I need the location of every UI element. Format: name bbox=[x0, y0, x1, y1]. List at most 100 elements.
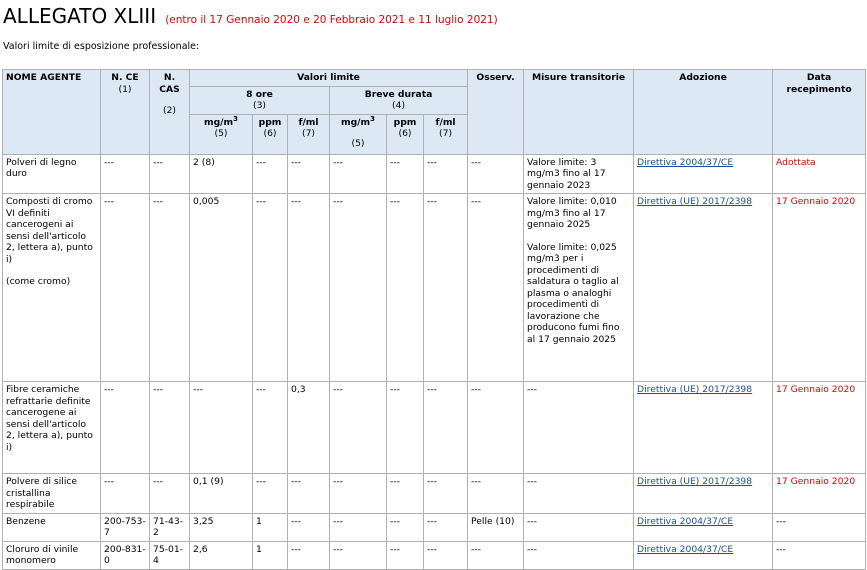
col-header-8h: 8 ore (3) bbox=[189, 85, 330, 115]
limit-ppm-8h: --- bbox=[252, 153, 288, 194]
cas-number: --- bbox=[149, 381, 190, 474]
limit-mg-short: --- bbox=[329, 193, 387, 382]
page-title: ALLEGATO XLIII (entro il 17 Gennaio 2020… bbox=[3, 4, 498, 28]
table-row: Cloruro di vinile monomero 200-831-0 75-… bbox=[2, 540, 867, 570]
limit-mg-8h: 0,005 bbox=[189, 193, 253, 382]
col-header-date: Data recepimento bbox=[772, 69, 867, 155]
col-header-limits: Valori limite bbox=[188, 69, 469, 87]
agent-name: Fibre ceramiche refrattarie definite can… bbox=[2, 381, 101, 474]
agent-name: Benzene bbox=[2, 512, 101, 542]
directive-link[interactable]: Direttiva (UE) 2017/2398 bbox=[637, 384, 752, 395]
transitional-measures: --- bbox=[523, 540, 635, 570]
observations: --- bbox=[467, 193, 525, 382]
cas-number: 75-01-4 bbox=[149, 540, 190, 570]
limit-ppm-8h: 1 bbox=[252, 540, 288, 570]
limit-fml-short: --- bbox=[422, 473, 469, 514]
transitional-measures: --- bbox=[523, 473, 635, 514]
limit-ppm-8h: --- bbox=[252, 193, 288, 382]
col-header-obs: Osserv. bbox=[467, 69, 525, 155]
ce-number: --- bbox=[100, 193, 150, 382]
table-row: Polveri di legno duro --- --- 2 (8) --- … bbox=[2, 153, 867, 194]
limit-mg-8h: 0,1 (9) bbox=[189, 473, 253, 514]
col-header-short: Breve durata (4) bbox=[328, 85, 469, 115]
ce-number: --- bbox=[100, 153, 150, 194]
col-header-fml-8h: f/ml (7) bbox=[287, 113, 330, 155]
transposition-date: --- bbox=[772, 512, 867, 542]
limit-fml-short: --- bbox=[422, 193, 469, 382]
limit-ppm-short: --- bbox=[386, 381, 424, 474]
agent-name: Composti di cromo VI definiti cancerogen… bbox=[2, 193, 101, 382]
limit-ppm-short: --- bbox=[386, 540, 424, 570]
limit-fml-8h: --- bbox=[287, 153, 330, 194]
transitional-measures: --- bbox=[523, 512, 635, 542]
limit-fml-short: --- bbox=[422, 512, 469, 542]
col-header-mg-8h: mg/m3 (5) bbox=[189, 113, 253, 155]
limit-mg-8h: 3,25 bbox=[189, 512, 253, 542]
agent-name: Cloruro di vinile monomero bbox=[2, 540, 101, 570]
limit-fml-8h: --- bbox=[287, 193, 330, 382]
observations: Pelle (10) bbox=[467, 512, 525, 542]
limit-mg-short: --- bbox=[329, 512, 387, 542]
observations: --- bbox=[467, 153, 525, 194]
adoption-cell: Direttiva 2004/37/CE bbox=[633, 512, 774, 542]
limit-fml-short: --- bbox=[422, 381, 469, 474]
cas-number: --- bbox=[149, 153, 190, 194]
ce-number: 200-753-7 bbox=[100, 512, 150, 542]
ce-number: --- bbox=[100, 473, 150, 514]
directive-link[interactable]: Direttiva 2004/37/CE bbox=[637, 544, 733, 555]
table-row: Composti di cromo VI definiti cancerogen… bbox=[2, 193, 867, 382]
col-header-cas: N. CAS (2) bbox=[149, 69, 190, 155]
limit-ppm-8h: --- bbox=[252, 381, 288, 474]
table-row: Polvere di silice cristallina respirabil… bbox=[2, 473, 867, 514]
transposition-date: 17 Gennaio 2020 bbox=[772, 473, 867, 514]
ce-number: --- bbox=[100, 381, 150, 474]
transitional-measures: --- bbox=[523, 381, 635, 474]
agent-name: Polvere di silice cristallina respirabil… bbox=[2, 473, 101, 514]
limit-fml-8h: --- bbox=[287, 540, 330, 570]
limit-mg-8h: --- bbox=[189, 381, 253, 474]
observations: --- bbox=[467, 473, 525, 514]
limit-fml-short: --- bbox=[422, 153, 469, 194]
limit-fml-8h: --- bbox=[287, 473, 330, 514]
col-header-fml-short: f/ml (7) bbox=[422, 113, 469, 155]
directive-link[interactable]: Direttiva (UE) 2017/2398 bbox=[637, 196, 752, 207]
limit-ppm-short: --- bbox=[386, 512, 424, 542]
exposure-limits-table: NOME AGENTE N. CE (1) N. CAS (2) Valori … bbox=[2, 69, 867, 570]
annex-title: ALLEGATO XLIII bbox=[3, 4, 157, 28]
transposition-date: --- bbox=[772, 540, 867, 570]
limit-fml-8h: --- bbox=[287, 512, 330, 542]
limit-mg-short: --- bbox=[329, 540, 387, 570]
annex-dates: (entro il 17 Gennaio 2020 e 20 Febbraio … bbox=[165, 14, 498, 26]
limit-mg-8h: 2,6 bbox=[189, 540, 253, 570]
limit-mg-8h: 2 (8) bbox=[189, 153, 253, 194]
col-header-agent: NOME AGENTE bbox=[2, 69, 101, 155]
limit-ppm-short: --- bbox=[386, 153, 424, 194]
adoption-cell: Direttiva (UE) 2017/2398 bbox=[633, 193, 774, 382]
transposition-date: Adottata bbox=[772, 153, 867, 194]
transitional-measures: Valore limite: 0,010 mg/m3 fino al 17 ge… bbox=[523, 193, 635, 382]
col-header-ppm-short: ppm (6) bbox=[386, 113, 424, 155]
agent-name: Polveri di legno duro bbox=[2, 153, 101, 194]
limit-fml-short: --- bbox=[422, 540, 469, 570]
table-row: Benzene 200-753-7 71-43-2 3,25 1 --- ---… bbox=[2, 512, 867, 542]
directive-link[interactable]: Direttiva 2004/37/CE bbox=[637, 157, 733, 168]
limit-mg-short: --- bbox=[329, 381, 387, 474]
cas-number: --- bbox=[149, 473, 190, 514]
observations: --- bbox=[467, 381, 525, 474]
limit-mg-short: --- bbox=[329, 473, 387, 514]
adoption-cell: Direttiva (UE) 2017/2398 bbox=[633, 381, 774, 474]
directive-link[interactable]: Direttiva 2004/37/CE bbox=[637, 516, 733, 527]
adoption-cell: Direttiva 2004/37/CE bbox=[633, 153, 774, 194]
ce-number: 200-831-0 bbox=[100, 540, 150, 570]
col-header-adoption: Adozione bbox=[633, 69, 774, 155]
transposition-date: 17 Gennaio 2020 bbox=[772, 381, 867, 474]
directive-link[interactable]: Direttiva (UE) 2017/2398 bbox=[637, 476, 752, 487]
limit-ppm-8h: --- bbox=[252, 473, 288, 514]
limit-ppm-8h: 1 bbox=[252, 512, 288, 542]
limit-fml-8h: 0,3 bbox=[287, 381, 330, 474]
adoption-cell: Direttiva (UE) 2017/2398 bbox=[633, 473, 774, 514]
limit-mg-short: --- bbox=[329, 153, 387, 194]
adoption-cell: Direttiva 2004/37/CE bbox=[633, 540, 774, 570]
col-header-mg-short: mg/m3 (5) bbox=[329, 113, 387, 155]
limit-ppm-short: --- bbox=[386, 473, 424, 514]
